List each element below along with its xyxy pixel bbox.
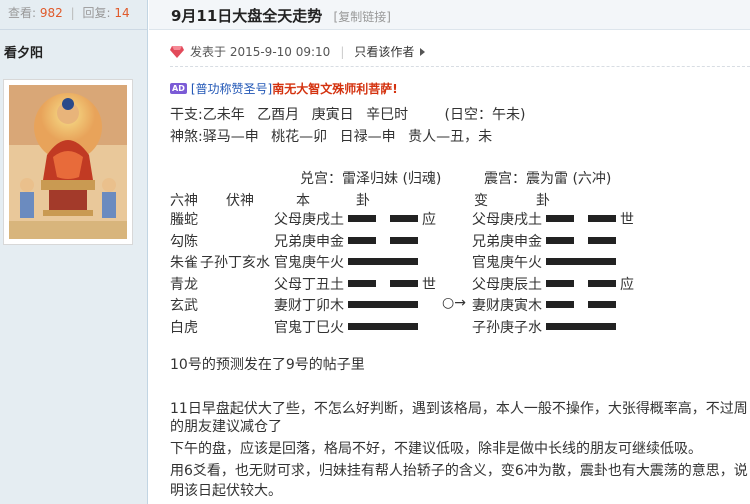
ganzhi-line: 干支:乙未年 乙酉月 庚寅日 辛巳时 (日空：午未) <box>170 104 525 124</box>
col-ben: 本 <box>296 193 310 209</box>
col-fushen: 伏神 <box>226 193 254 209</box>
ben-gua-yang-line <box>348 323 418 330</box>
post-paragraph: 11日早盘起伏大了些，不怎么好判断，遇到该格局，本人一般不操作，大张得概率高，不… <box>170 401 748 417</box>
ben-gua-yin-line <box>390 215 418 222</box>
bian-gua-yin-line <box>546 215 574 222</box>
post-time: 发表于 2015-9-10 09:10 <box>190 45 331 59</box>
ben-yao-cell: 官鬼丁巳火 <box>274 320 344 336</box>
col-gua: 卦 <box>356 193 370 209</box>
ben-mark: 应 <box>422 212 436 228</box>
ben-yao-cell: 父母丁丑土 <box>274 277 344 293</box>
col-bian: 变 <box>474 193 488 209</box>
ben-yao-cell: 兄弟庚申金 <box>274 234 344 250</box>
views-label: 查看: <box>8 6 37 20</box>
shensha-line: 神煞:驿马—申 桃花—卯 日禄—申 贵人—丑，未 <box>170 126 492 146</box>
ganzhi-year: 乙未年 <box>202 107 245 123</box>
username[interactable]: 看夕阳 <box>0 30 147 70</box>
ganzhi-month: 乙酉月 <box>257 107 300 123</box>
liushen-cell: 青龙 <box>170 277 198 293</box>
bian-gua-yin-line <box>588 301 616 308</box>
buddha-avatar-image <box>9 85 127 239</box>
thread-stats: 查看: 982 | 回复: 14 <box>0 0 147 30</box>
bian-mark: 应 <box>620 277 634 293</box>
ben-gua-yin-line <box>348 280 376 287</box>
bian-palace: 震宫：震为雷 (六冲) <box>484 171 612 187</box>
liushen-cell: 玄武 <box>170 298 198 314</box>
shensha-item: 贵人—丑，未 <box>408 129 493 145</box>
bian-yao-cell: 父母庚辰土 <box>472 277 542 293</box>
post-divider <box>170 66 750 67</box>
bian-gua-yin-line <box>588 215 616 222</box>
col-gua: 卦 <box>536 193 550 209</box>
bian-gua-yang-line <box>546 323 616 330</box>
ad-badge: AD <box>170 83 187 94</box>
ben-gua-yang-line <box>348 258 418 265</box>
ad-link[interactable]: [普功称赞圣号] <box>191 80 272 97</box>
bian-yao-cell: 子孙庚子水 <box>472 320 542 336</box>
ganzhi-day: 庚寅日 <box>311 107 354 123</box>
ben-gua-yang-line <box>348 301 418 308</box>
post-paragraph: 用6爻看，也无财可求，归妹挂有帮人抬轿子的含义，变6冲为散，震卦也有大震荡的意思… <box>170 463 748 479</box>
ben-gua-yin-line <box>348 237 376 244</box>
liushen-cell: 白虎 <box>170 320 198 336</box>
fushen-cell: 子孙丁亥水 <box>200 255 270 271</box>
thread-title-text: 9月11日大盘全天走势 <box>171 7 323 25</box>
bian-mark: 世 <box>620 212 634 228</box>
liushen-cell: 勾陈 <box>170 234 198 250</box>
col-liushen: 六神 <box>170 193 198 209</box>
ganzhi-kong: (日空：午未) <box>444 107 526 123</box>
shensha-item: 桃花—卯 <box>271 129 328 145</box>
shensha-item: 日禄—申 <box>339 129 396 145</box>
liushen-cell: 螣蛇 <box>170 212 198 228</box>
bian-gua-yin-line <box>546 237 574 244</box>
bian-yao-cell: 兄弟庚申金 <box>472 234 542 250</box>
post-paragraph: 明该日起伏较大。 <box>170 483 282 499</box>
bian-yao-cell: 父母庚戌土 <box>472 212 542 228</box>
only-author-link[interactable]: 只看该作者 <box>354 43 414 60</box>
ganzhi-hour: 辛巳时 <box>366 107 409 123</box>
ben-mark: 世 <box>422 277 436 293</box>
post-info-divider: | <box>340 44 345 59</box>
ben-gua-yin-line <box>348 215 376 222</box>
ganzhi-label: 干支: <box>170 107 203 123</box>
bian-yao-cell: 官鬼庚午火 <box>472 255 542 271</box>
bian-gua-yang-line <box>546 258 616 265</box>
shensha-item: 驿马—申 <box>202 129 259 145</box>
bian-gua-yin-line <box>588 280 616 287</box>
stats-divider: | <box>70 6 75 20</box>
ad-line: AD [普功称赞圣号] 南无大智文殊师利菩萨! <box>170 80 398 97</box>
bian-yao-cell: 妻财庚寅木 <box>472 298 542 314</box>
liushen-cell: 朱雀 <box>170 255 198 271</box>
ben-gua-yin-line <box>390 280 418 287</box>
bian-gua-yin-line <box>588 237 616 244</box>
ben-palace: 兑宫：雷泽归妹 (归魂) <box>300 171 442 187</box>
replies-label: 回复: <box>82 6 111 20</box>
avatar[interactable] <box>3 79 133 245</box>
ben-yao-cell: 官鬼庚午火 <box>274 255 344 271</box>
shensha-label: 神煞: <box>170 129 203 145</box>
thread-header: 9月11日大盘全天走势 [复制链接] <box>149 0 750 30</box>
copy-link-button[interactable]: [复制链接] <box>334 10 391 24</box>
thread-title: 9月11日大盘全天走势 [复制链接] <box>171 5 391 26</box>
post-paragraph: 的朋友建议减仓了 <box>170 419 282 435</box>
views-count: 982 <box>39 6 63 20</box>
ad-name-link[interactable]: 南无大智文殊师利菩萨! <box>272 80 397 97</box>
bian-gua-yin-line <box>546 280 574 287</box>
ben-gua-yin-line <box>390 237 418 244</box>
replies-count: 14 <box>114 6 130 20</box>
post-info-bar: 发表于 2015-9-10 09:10 | 只看该作者 <box>170 43 426 60</box>
post-paragraph: 10号的预测发在了9号的帖子里 <box>170 357 365 373</box>
post-paragraph: 下午的盘，应该是回落，格局不好，不建议低吸，除非是做中长线的朋友可继续低吸。 <box>170 441 702 457</box>
bian-gua-yin-line <box>546 301 574 308</box>
gem-icon <box>170 45 184 58</box>
ben-yao-cell: 父母庚戌土 <box>274 212 344 228</box>
user-sidebar: 查看: 982 | 回复: 14 看夕阳 <box>0 0 148 504</box>
ben-yao-cell: 妻财丁卯木 <box>274 298 344 314</box>
triangle-right-icon <box>420 47 426 56</box>
change-marker: ○→ <box>442 295 466 311</box>
